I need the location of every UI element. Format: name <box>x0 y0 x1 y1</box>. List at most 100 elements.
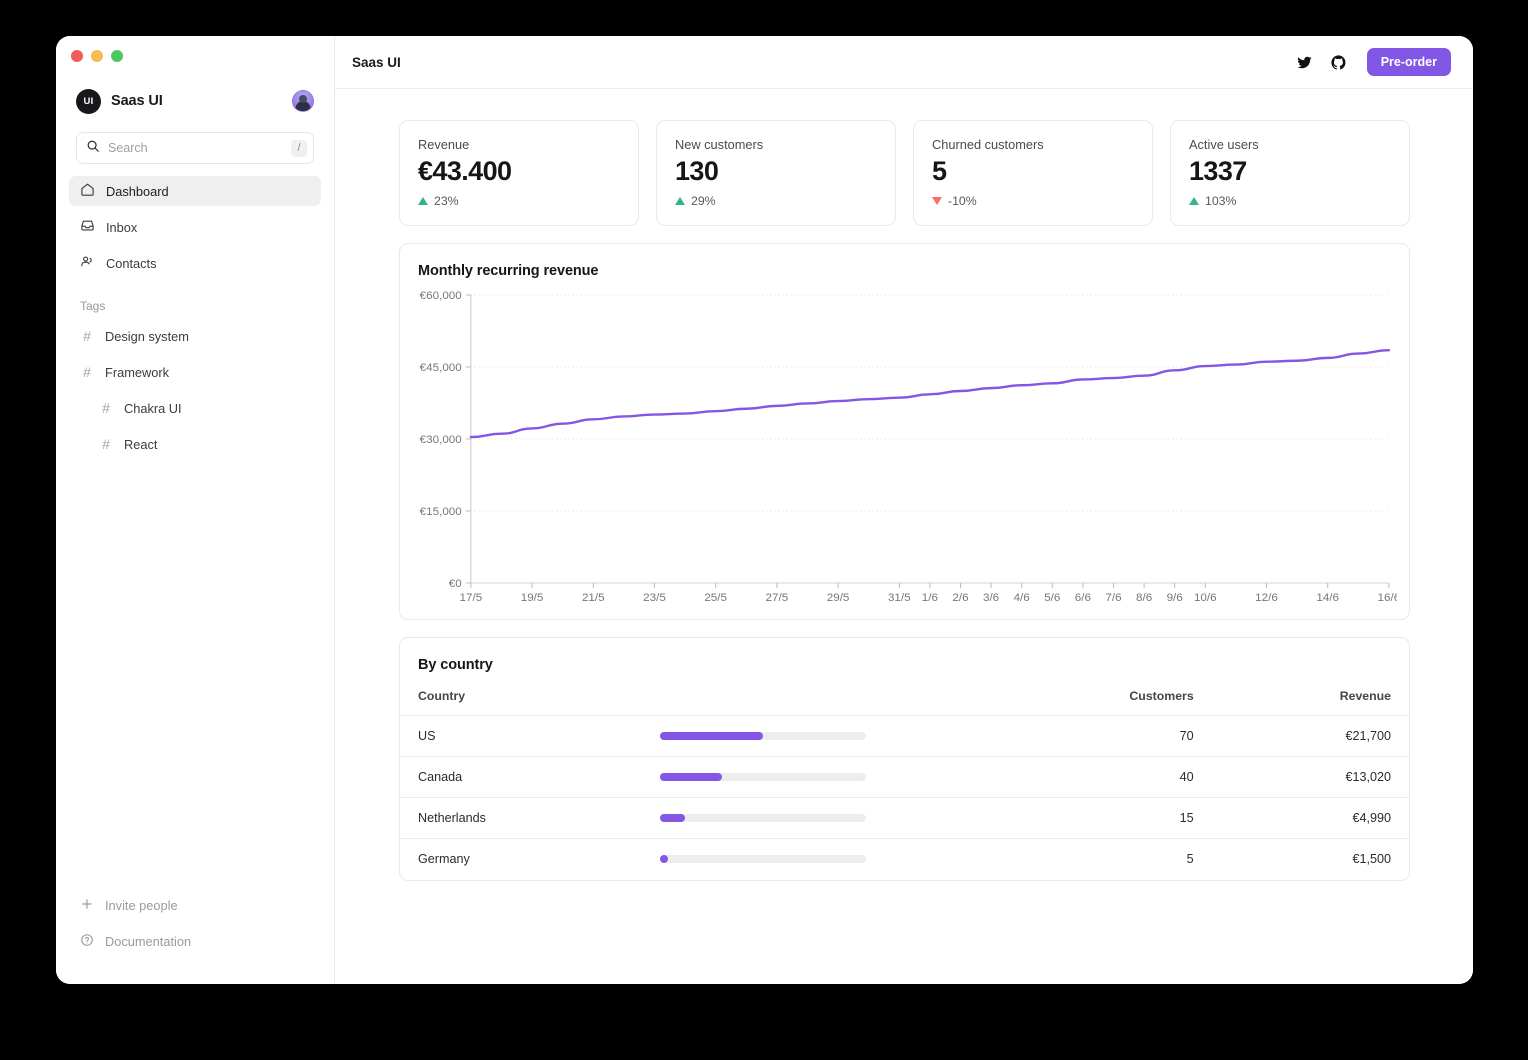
hash-icon: # <box>80 328 94 344</box>
revenue-chart[interactable]: €0€15,000€30,000€45,000€60,00017/519/521… <box>400 279 1409 619</box>
stat-delta: 103% <box>1189 194 1391 208</box>
cell-revenue: €1,500 <box>1212 839 1409 881</box>
svg-text:€60,000: €60,000 <box>420 290 462 302</box>
window-traffic-lights <box>56 36 334 68</box>
search-container: / <box>56 120 334 164</box>
cell-progress <box>655 798 985 839</box>
stat-delta-label: 23% <box>434 194 459 208</box>
sidebar-tag-label: Chakra UI <box>124 401 182 416</box>
tags-section-header: Tags <box>56 284 334 321</box>
home-icon <box>80 182 95 200</box>
sidebar-footer-label: Documentation <box>105 934 191 949</box>
hash-icon: # <box>80 364 94 380</box>
sidebar-item-label: Inbox <box>106 220 137 235</box>
invite-people-button[interactable]: Invite people <box>69 890 321 920</box>
stat-value: 130 <box>675 156 877 187</box>
sidebar-tag-design-system[interactable]: # Design system <box>69 321 321 351</box>
progress-fill <box>660 773 722 781</box>
sidebar-item-dashboard[interactable]: Dashboard <box>69 176 321 206</box>
sidebar-tag-label: Framework <box>105 365 169 380</box>
twitter-icon[interactable] <box>1296 54 1313 71</box>
primary-navigation: Dashboard Inbox Co <box>56 164 334 284</box>
stat-delta-label: 103% <box>1205 194 1236 208</box>
cell-customers: 15 <box>985 798 1212 839</box>
cell-progress <box>655 757 985 798</box>
country-panel: By country Country Customers Revenue US7… <box>399 637 1410 881</box>
stat-delta: 29% <box>675 194 877 208</box>
minimize-window-button[interactable] <box>91 50 103 62</box>
sidebar-item-contacts[interactable]: Contacts <box>69 248 321 278</box>
trend-up-icon <box>1189 197 1199 205</box>
avatar[interactable] <box>292 90 314 112</box>
svg-text:€45,000: €45,000 <box>420 362 462 374</box>
country-table: Country Customers Revenue US70€21,700Can… <box>400 689 1409 880</box>
svg-text:10/6: 10/6 <box>1194 592 1217 604</box>
progress-fill <box>660 814 685 822</box>
progress-track <box>660 855 866 863</box>
cell-progress <box>655 716 985 757</box>
sidebar-tag-chakra-ui[interactable]: # Chakra UI <box>69 393 321 423</box>
sidebar-tag-label: React <box>124 437 157 452</box>
stat-label: Churned customers <box>932 137 1134 152</box>
stat-card-active-users: Active users 1337 103% <box>1170 120 1410 226</box>
cell-revenue: €21,700 <box>1212 716 1409 757</box>
trend-down-icon <box>932 197 942 205</box>
desktop-background: UI Saas UI / <box>0 0 1528 1060</box>
plus-icon <box>80 897 94 914</box>
svg-text:25/5: 25/5 <box>704 592 727 604</box>
github-icon[interactable] <box>1330 54 1347 71</box>
column-header-revenue: Revenue <box>1212 689 1409 716</box>
svg-text:1/6: 1/6 <box>922 592 938 604</box>
trend-up-icon <box>418 197 428 205</box>
hash-icon: # <box>99 400 113 416</box>
maximize-window-button[interactable] <box>111 50 123 62</box>
cell-country: Canada <box>400 757 655 798</box>
trend-up-icon <box>675 197 685 205</box>
svg-text:€15,000: €15,000 <box>420 506 462 518</box>
revenue-panel: Monthly recurring revenue €0€15,000€30,0… <box>399 243 1410 620</box>
stat-delta-label: 29% <box>691 194 716 208</box>
svg-text:6/6: 6/6 <box>1075 592 1091 604</box>
stat-delta: -10% <box>932 194 1134 208</box>
documentation-link[interactable]: Documentation <box>69 926 321 956</box>
svg-text:€30,000: €30,000 <box>420 434 462 446</box>
svg-text:29/5: 29/5 <box>827 592 850 604</box>
table-row: Canada40€13,020 <box>400 757 1409 798</box>
svg-text:3/6: 3/6 <box>983 592 999 604</box>
search-input[interactable] <box>108 141 291 155</box>
stat-label: Revenue <box>418 137 620 152</box>
stat-label: Active users <box>1189 137 1391 152</box>
column-header-country: Country <box>400 689 655 716</box>
stat-value: 1337 <box>1189 156 1391 187</box>
stat-card-new-customers: New customers 130 29% <box>656 120 896 226</box>
stat-value: €43.400 <box>418 156 620 187</box>
table-row: Germany5€1,500 <box>400 839 1409 881</box>
sidebar-tag-framework[interactable]: # Framework <box>69 357 321 387</box>
cell-customers: 5 <box>985 839 1212 881</box>
sidebar-item-inbox[interactable]: Inbox <box>69 212 321 242</box>
revenue-panel-title: Monthly recurring revenue <box>400 244 1409 279</box>
preorder-button[interactable]: Pre-order <box>1367 48 1451 76</box>
tags-list: # Design system # Framework # Chakra UI … <box>56 321 334 465</box>
sidebar-tag-react[interactable]: # React <box>69 429 321 459</box>
search-box[interactable]: / <box>76 132 314 164</box>
progress-track <box>660 732 866 740</box>
country-panel-title: By country <box>400 638 1409 673</box>
table-row: US70€21,700 <box>400 716 1409 757</box>
svg-text:8/6: 8/6 <box>1136 592 1152 604</box>
stat-card-revenue: Revenue €43.400 23% <box>399 120 639 226</box>
progress-track <box>660 814 866 822</box>
app-name: Saas UI <box>111 93 163 109</box>
page-title: Saas UI <box>352 55 401 70</box>
svg-text:12/6: 12/6 <box>1255 592 1278 604</box>
hash-icon: # <box>99 436 113 452</box>
search-shortcut-key: / <box>291 140 307 157</box>
stat-delta-label: -10% <box>948 194 977 208</box>
cell-customers: 40 <box>985 757 1212 798</box>
revenue-chart-svg: €0€15,000€30,000€45,000€60,00017/519/521… <box>404 289 1397 619</box>
close-window-button[interactable] <box>71 50 83 62</box>
inbox-icon <box>80 218 95 236</box>
svg-text:19/5: 19/5 <box>521 592 544 604</box>
svg-text:9/6: 9/6 <box>1167 592 1183 604</box>
svg-text:27/5: 27/5 <box>766 592 789 604</box>
